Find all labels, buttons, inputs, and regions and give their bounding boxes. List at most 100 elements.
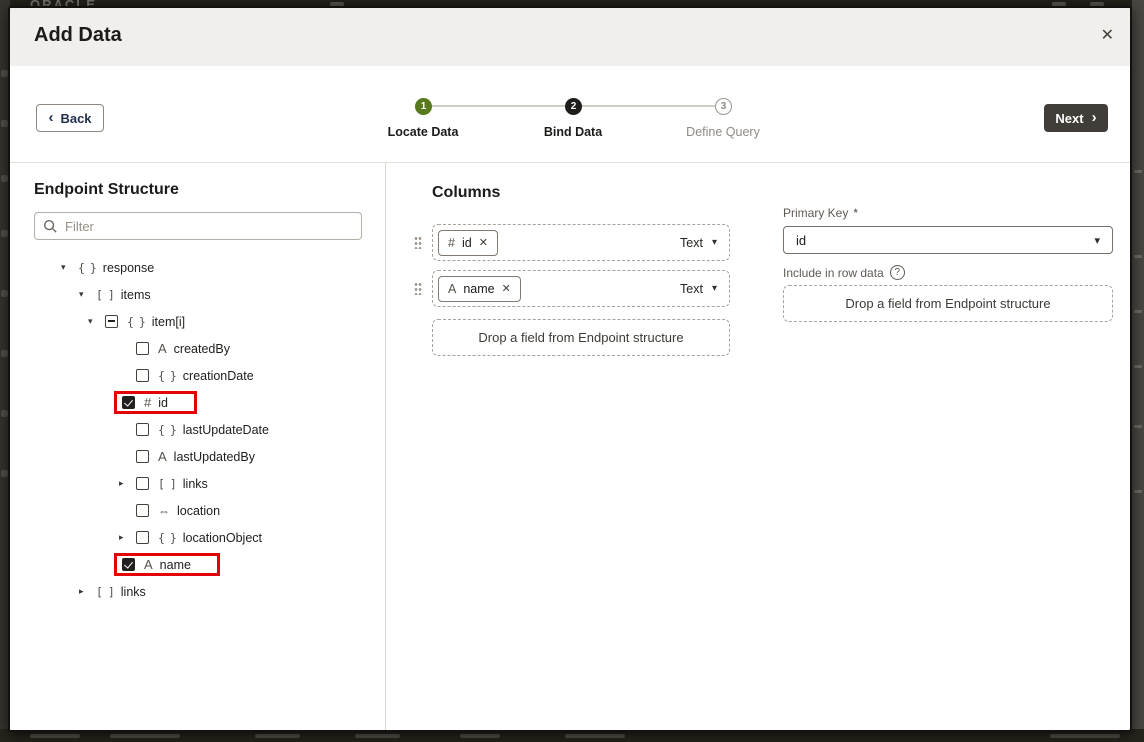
help-icon[interactable]: ? <box>890 265 905 280</box>
highlight-box-name: A name <box>114 553 220 576</box>
train-connector <box>432 105 565 107</box>
column-type-dropdown[interactable]: Text ▾ <box>680 236 717 250</box>
chip-label: name <box>463 282 494 296</box>
column-type-dropdown[interactable]: Text ▾ <box>680 282 717 296</box>
primary-key-label: Primary Key* <box>783 206 858 220</box>
include-row-data-text: Include in row data <box>783 266 884 280</box>
object-icon: { } <box>127 315 145 329</box>
tree-label: lastUpdatedBy <box>174 450 255 464</box>
endpoint-structure-panel: Endpoint Structure ▾ { } response ▾ [ ] … <box>10 163 386 730</box>
tree-row-items[interactable]: ▾ [ ] items <box>79 281 369 308</box>
checkbox-unchecked[interactable] <box>136 477 149 490</box>
checkbox-unchecked[interactable] <box>136 450 149 463</box>
checkbox-unchecked[interactable] <box>136 342 149 355</box>
chevron-down-icon: ▾ <box>712 283 717 294</box>
row-data-dropzone[interactable]: Drop a field from Endpoint structure <box>783 285 1113 322</box>
step-3-circle[interactable]: 3 <box>715 98 732 115</box>
tree-label: locationObject <box>183 531 262 545</box>
column-row-name: A name ✕ Text ▾ <box>432 270 730 307</box>
columns-dropzone[interactable]: Drop a field from Endpoint structure <box>432 319 730 356</box>
chip-label: id <box>462 236 472 250</box>
checkbox-unchecked[interactable] <box>136 504 149 517</box>
tree-label: name <box>160 558 191 572</box>
step-1-circle[interactable]: 1 <box>415 98 432 115</box>
tree-row-lastUpdatedBy[interactable]: A lastUpdatedBy <box>136 443 369 470</box>
object-icon: { } <box>158 531 176 545</box>
checkbox-unchecked[interactable] <box>136 531 149 544</box>
column-row-id: # id ✕ Text ▾ <box>432 224 730 261</box>
step-2-circle[interactable]: 2 <box>565 98 582 115</box>
checkbox-checked[interactable] <box>122 396 135 409</box>
caret-right-icon[interactable]: ▸ <box>79 586 96 597</box>
number-icon: # <box>448 236 455 250</box>
drag-handle-icon[interactable] <box>414 236 422 249</box>
object-icon: { } <box>158 423 176 437</box>
filter-field[interactable] <box>34 212 362 240</box>
step-1-label: Locate Data <box>353 125 493 139</box>
tree-label: links <box>183 477 208 491</box>
tree-row-createdBy[interactable]: A createdBy <box>136 335 369 362</box>
tree-label: lastUpdateDate <box>183 423 269 437</box>
tree-label: response <box>103 261 154 275</box>
caret-down-icon[interactable]: ▾ <box>61 262 78 273</box>
caret-right-icon[interactable]: ▸ <box>119 532 136 543</box>
tree-row-location[interactable]: ⇔ location <box>136 497 369 524</box>
string-icon: A <box>448 282 456 296</box>
checkbox-unchecked[interactable] <box>136 369 149 382</box>
dialog-header: Add Data ✕ <box>10 8 1130 66</box>
columns-title: Columns <box>432 184 500 202</box>
tree-row-response[interactable]: ▾ { } response <box>61 254 369 281</box>
filter-input[interactable] <box>65 219 353 234</box>
step-2-number: 2 <box>571 101 577 112</box>
field-chip-id[interactable]: # id ✕ <box>438 230 498 256</box>
back-button[interactable]: ‹ Back <box>36 104 104 132</box>
dialog-title: Add Data <box>34 24 122 47</box>
checkbox-indeterminate[interactable] <box>105 315 118 328</box>
caret-down-icon[interactable]: ▾ <box>88 316 105 327</box>
step-3-label: Define Query <box>653 125 793 139</box>
object-icon: { } <box>158 369 176 383</box>
primary-key-select[interactable]: id ▾ <box>783 226 1113 254</box>
tree-row-links-inner[interactable]: ▸ [ ] links <box>119 470 369 497</box>
tree-label: links <box>121 585 146 599</box>
drag-handle-icon[interactable] <box>414 282 422 295</box>
remove-icon[interactable]: ✕ <box>479 236 488 249</box>
chevron-right-icon: › <box>1092 109 1097 126</box>
tree-label: location <box>177 504 220 518</box>
tree-row-item-i[interactable]: ▾ { } item[i] <box>88 308 369 335</box>
next-button[interactable]: Next › <box>1044 104 1108 132</box>
tree-label: id <box>158 396 168 410</box>
string-icon: A <box>158 449 167 464</box>
tree-row-lastUpdateDate[interactable]: { } lastUpdateDate <box>136 416 369 443</box>
tree-row-creationDate[interactable]: { } creationDate <box>136 362 369 389</box>
add-data-dialog: Add Data ✕ ‹ Back Next › 1 2 3 Locate Da… <box>8 6 1132 732</box>
highlight-box-id: # id <box>114 391 197 414</box>
step-3-number: 3 <box>721 101 727 112</box>
caret-down-icon[interactable]: ▾ <box>79 289 96 300</box>
tree-label: createdBy <box>174 342 230 356</box>
chevron-down-icon: ▾ <box>712 237 717 248</box>
string-icon: A <box>144 557 153 572</box>
primary-key-value: id <box>796 233 806 248</box>
caret-right-icon[interactable]: ▸ <box>119 478 136 489</box>
step-2-label: Bind Data <box>503 125 643 139</box>
field-chip-name[interactable]: A name ✕ <box>438 276 521 302</box>
remove-icon[interactable]: ✕ <box>502 282 511 295</box>
tree-row-name[interactable]: A name <box>114 551 369 578</box>
column-type-value: Text <box>680 236 703 250</box>
primary-key-label-text: Primary Key <box>783 206 848 220</box>
tree-row-links-outer[interactable]: ▸ [ ] links <box>79 578 369 605</box>
tree-row-id[interactable]: # id <box>114 389 369 416</box>
checkbox-unchecked[interactable] <box>136 423 149 436</box>
close-icon[interactable]: ✕ <box>1101 25 1114 47</box>
tree-row-locationObject[interactable]: ▸ { } locationObject <box>119 524 369 551</box>
checkbox-checked[interactable] <box>122 558 135 571</box>
search-icon <box>43 219 58 234</box>
step-1-number: 1 <box>421 101 427 112</box>
include-row-data-label: Include in row data ? <box>783 265 905 280</box>
tree-label: creationDate <box>183 369 254 383</box>
tree-label: items <box>121 288 151 302</box>
array-icon: [ ] <box>96 585 114 599</box>
number-icon: # <box>144 395 151 410</box>
chevron-down-icon: ▾ <box>1094 234 1100 247</box>
